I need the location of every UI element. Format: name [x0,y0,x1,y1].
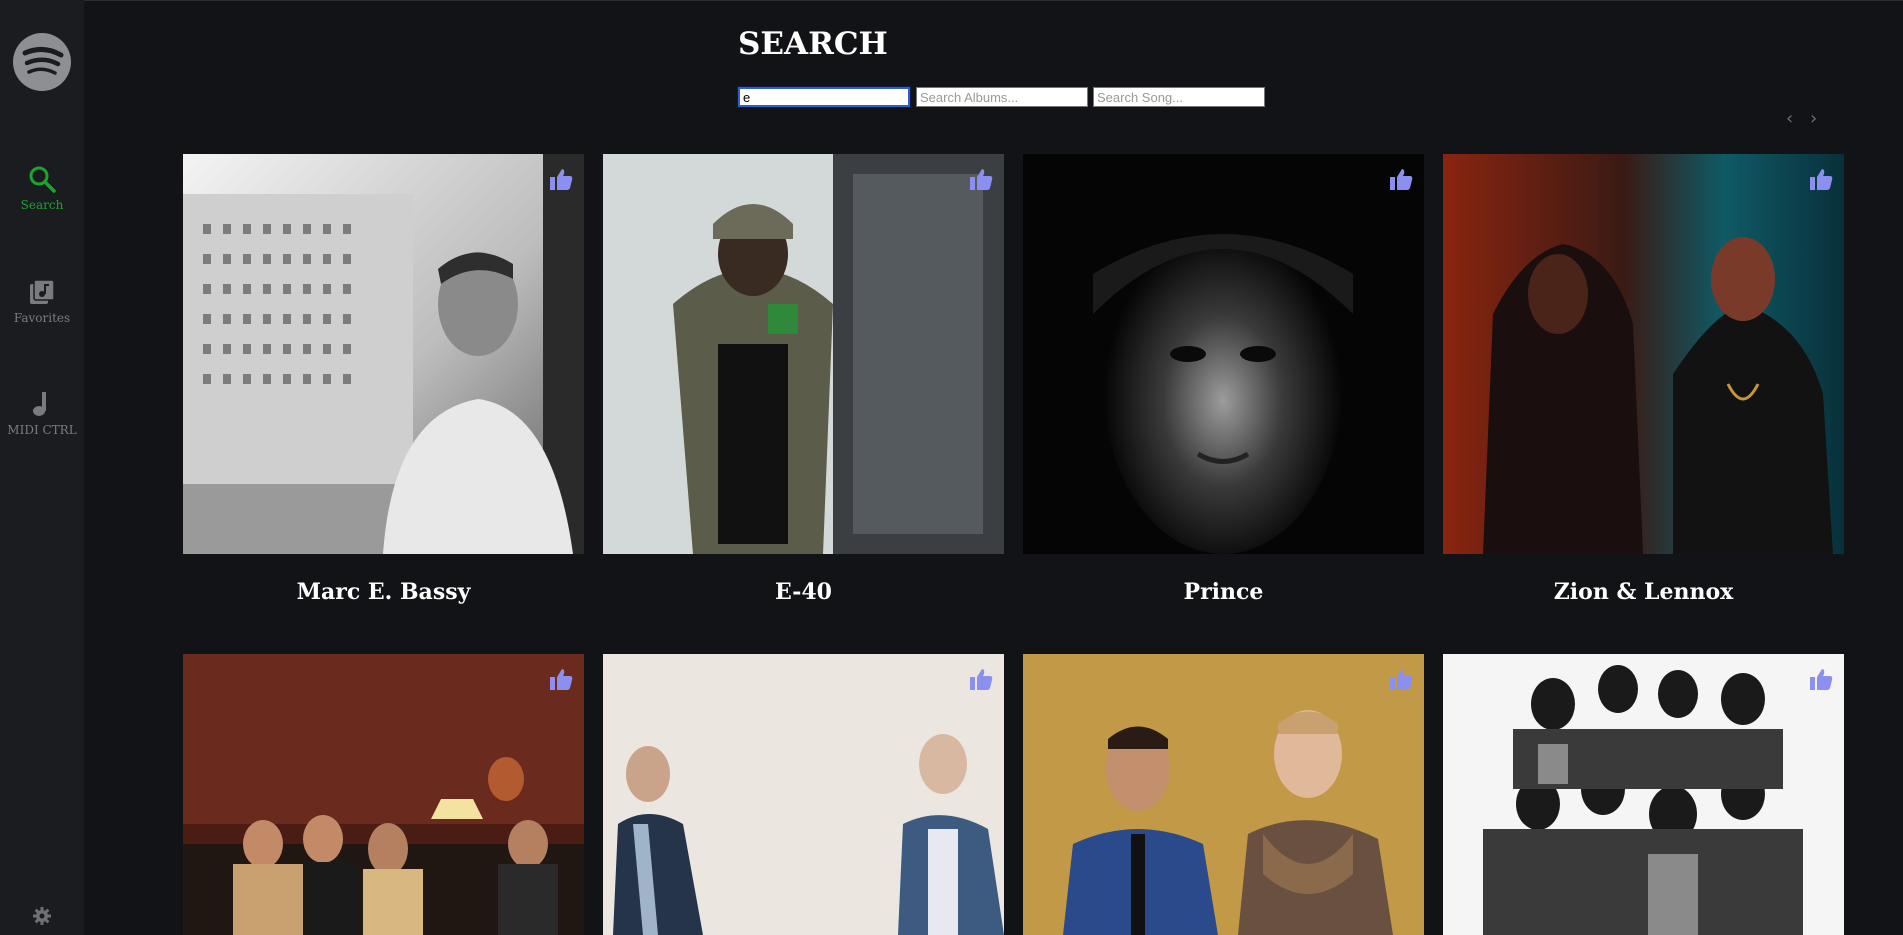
thumbs-up-icon[interactable] [548,666,574,692]
spotify-logo[interactable] [13,33,71,91]
artist-image[interactable] [1023,654,1424,935]
next-page-button[interactable]: › [1810,108,1817,129]
sidebar-item-label: MIDI CTRL [7,423,77,437]
artist-name: Prince [1183,579,1264,605]
top-border [0,0,1903,1]
artist-search-input[interactable] [737,86,911,108]
album-search-input[interactable] [916,87,1088,107]
sidebar: Search Favorites MIDI CTRL [0,0,84,935]
artist-image[interactable] [183,154,584,554]
sidebar-item-label: Search [20,198,64,212]
artist-name: Marc E. Bassy [296,579,471,605]
sidebar-item-label: Favorites [13,311,71,325]
sidebar-item-search[interactable]: Search [0,164,84,212]
artist-image[interactable] [1023,154,1424,554]
gear-icon[interactable] [33,907,51,925]
search-icon [27,164,57,194]
artist-image[interactable] [1443,154,1844,554]
song-search-input[interactable] [1093,87,1265,107]
sidebar-item-favorites[interactable]: Favorites [0,277,84,325]
artist-image[interactable] [603,654,1004,935]
artist-name: E-40 [775,579,832,605]
thumbs-up-icon[interactable] [548,166,574,192]
artist-image[interactable] [603,154,1004,554]
artist-image[interactable] [183,654,584,935]
thumbs-up-icon[interactable] [1808,166,1834,192]
sidebar-item-midi-ctrl[interactable]: MIDI CTRL [0,389,84,437]
thumbs-up-icon[interactable] [1388,666,1414,692]
artist-image[interactable] [1443,654,1844,935]
page-title: SEARCH [738,26,888,62]
previous-page-button[interactable]: ‹ [1786,108,1793,129]
thumbs-up-icon[interactable] [968,166,994,192]
thumbs-up-icon[interactable] [968,666,994,692]
artist-name: Zion & Lennox [1553,579,1734,605]
thumbs-up-icon[interactable] [1808,666,1834,692]
music-library-icon [27,277,57,307]
music-note-icon [27,389,57,419]
thumbs-up-icon[interactable] [1388,166,1414,192]
